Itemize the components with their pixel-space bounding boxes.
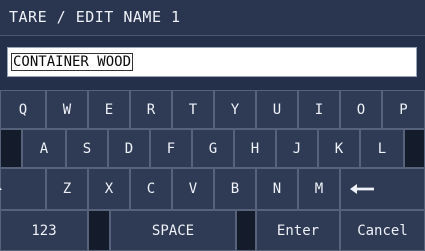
cancel-key[interactable]: Cancel	[340, 210, 425, 251]
key-p[interactable]: P	[382, 90, 425, 129]
key-label: J	[292, 140, 302, 157]
key-label: S	[82, 140, 92, 157]
key-u[interactable]: U	[256, 90, 298, 129]
key-label: E	[104, 101, 114, 118]
key-g[interactable]: G	[192, 129, 234, 168]
key-z[interactable]: Z	[46, 168, 88, 210]
name-input-value: CONTAINER WOOD	[11, 53, 134, 71]
page-title: TARE / EDIT NAME 1	[9, 8, 181, 26]
key-t[interactable]: T	[172, 90, 214, 129]
shift-key[interactable]	[0, 168, 46, 210]
keyboard-gap	[88, 210, 110, 251]
selected-text: CONTAINER WOOD	[11, 53, 134, 71]
key-label: W	[62, 101, 72, 118]
enter-key-label: Enter	[276, 222, 320, 239]
on-screen-keyboard: Q W E R T Y U I O P A S D F G H J K L Z …	[0, 90, 425, 251]
key-label: K	[334, 140, 344, 157]
key-label: Z	[62, 181, 72, 197]
enter-key[interactable]: Enter	[256, 210, 340, 251]
key-r[interactable]: R	[130, 90, 172, 129]
cancel-key-label: Cancel	[357, 222, 408, 239]
space-key[interactable]: SPACE	[110, 210, 236, 251]
key-b[interactable]: B	[214, 168, 256, 210]
keyboard-gap	[236, 210, 256, 251]
numbers-key-label: 123	[31, 222, 57, 239]
key-label: U	[272, 101, 282, 118]
key-label: H	[250, 140, 260, 157]
key-label: B	[230, 181, 240, 197]
key-label: N	[272, 181, 282, 197]
key-v[interactable]: V	[172, 168, 214, 210]
key-q[interactable]: Q	[0, 90, 46, 129]
key-e[interactable]: E	[88, 90, 130, 129]
key-label: P	[399, 101, 408, 118]
key-x[interactable]: X	[88, 168, 130, 210]
title-bar: TARE / EDIT NAME 1	[0, 0, 425, 36]
key-j[interactable]: J	[276, 129, 318, 168]
backspace-key[interactable]	[340, 168, 425, 210]
key-label: F	[166, 140, 176, 157]
key-label: X	[104, 181, 114, 197]
key-h[interactable]: H	[234, 129, 276, 168]
key-o[interactable]: O	[340, 90, 382, 129]
key-m[interactable]: M	[298, 168, 340, 210]
key-label: C	[146, 181, 156, 197]
key-s[interactable]: S	[66, 129, 108, 168]
key-d[interactable]: D	[108, 129, 150, 168]
key-label: V	[188, 181, 198, 197]
key-label: I	[314, 101, 324, 118]
key-label: D	[124, 140, 134, 157]
key-label: T	[188, 101, 198, 118]
key-label: G	[208, 140, 218, 157]
key-i[interactable]: I	[298, 90, 340, 129]
numbers-key[interactable]: 123	[0, 210, 88, 251]
key-label: Y	[230, 101, 240, 118]
name-input[interactable]: CONTAINER WOOD	[7, 47, 417, 77]
key-y[interactable]: Y	[214, 90, 256, 129]
key-label: R	[146, 101, 156, 118]
key-w[interactable]: W	[46, 90, 88, 129]
key-label: O	[356, 101, 366, 118]
key-c[interactable]: C	[130, 168, 172, 210]
touchscreen: TARE / EDIT NAME 1 CONTAINER WOOD Q W E …	[0, 0, 425, 251]
space-key-label: SPACE	[151, 222, 195, 239]
key-n[interactable]: N	[256, 168, 298, 210]
key-label: M	[314, 181, 324, 197]
key-label: Q	[18, 101, 28, 118]
key-f[interactable]: F	[150, 129, 192, 168]
